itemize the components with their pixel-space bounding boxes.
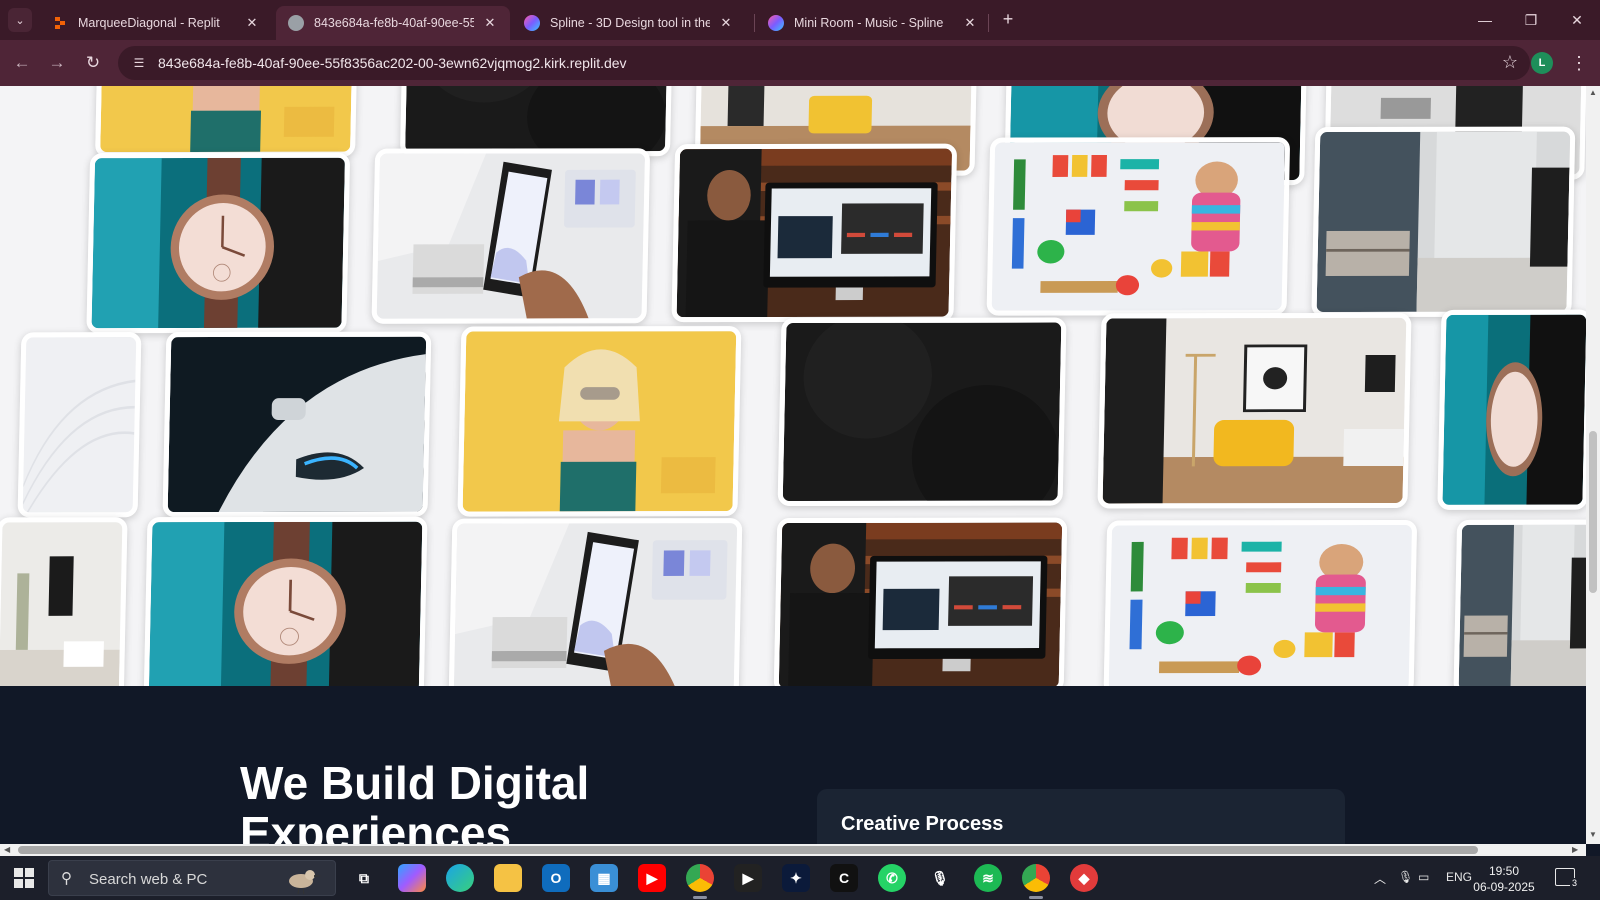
whatsapp-icon[interactable]: ✆ — [878, 864, 906, 892]
gallery-image-yellow-chair — [1097, 312, 1412, 509]
tab-separator — [988, 14, 989, 32]
close-icon[interactable]: ✕ — [244, 15, 260, 31]
gallery-image-abstract-white — [17, 332, 142, 518]
gallery-image-toys — [1103, 519, 1418, 696]
notification-count-badge: 3 — [1570, 878, 1580, 888]
tab-title: Mini Room - Music - Spline — [794, 16, 944, 30]
red-app-icon[interactable]: ◆ — [1070, 864, 1098, 892]
bookmark-star-icon[interactable]: ☆ — [1502, 52, 1518, 73]
vertical-scroll-thumb[interactable] — [1589, 431, 1597, 593]
task-view-icon[interactable]: ⧉ — [350, 864, 378, 892]
taskbar-search-box[interactable]: ⚲ Search web & PC — [48, 860, 336, 896]
more-menu-icon[interactable]: ⋮ — [1570, 50, 1588, 76]
scroll-left-arrow-icon[interactable]: ◀ — [4, 844, 10, 856]
search-placeholder: Search web & PC — [89, 871, 208, 888]
microphone-icon[interactable]: 🎙 — [1398, 870, 1413, 884]
scroll-up-arrow-icon[interactable]: ▲ — [1588, 88, 1598, 97]
bird-illustration-icon — [289, 870, 322, 895]
marquee-track — [0, 86, 1586, 696]
gallery-image-room-edge — [0, 517, 128, 696]
horizontal-scrollbar[interactable]: ◀ ▶ — [0, 844, 1586, 856]
minimize-icon[interactable]: — — [1462, 8, 1508, 32]
tab-title: 843e684a-fe8b-40af-90ee-55f8 — [314, 16, 474, 30]
forward-arrow-icon[interactable]: → — [44, 50, 70, 76]
tab-mini-room-spline[interactable]: Mini Room - Music - Spline ✕ — [756, 6, 990, 40]
reload-icon[interactable]: ↻ — [80, 50, 106, 76]
running-indicator — [1029, 896, 1043, 899]
tab-separator — [754, 14, 755, 32]
intro-section: We Build Digital Experiences Creative Pr… — [0, 686, 1586, 844]
search-icon: ⚲ — [61, 870, 72, 887]
youtube-icon[interactable]: ▶ — [638, 864, 666, 892]
gallery-image-toys — [986, 137, 1291, 316]
gallery-image-dark-texture — [777, 317, 1067, 507]
browser-toolbar: ← → ↻ ☰ 843e684a-fe8b-40af-90ee-55f8356a… — [0, 40, 1600, 86]
horizontal-scroll-thumb[interactable] — [18, 846, 1478, 854]
sonyliv-icon[interactable]: ▶ — [734, 864, 762, 892]
windows-start-icon[interactable] — [14, 868, 34, 888]
gallery-image-man-computer — [671, 143, 958, 323]
tab-spline-design-tool[interactable]: Spline - 3D Design tool in the b ✕ — [512, 6, 746, 40]
gallery-image-office-room — [1311, 126, 1576, 318]
gallery-image-phone-desk — [448, 518, 743, 696]
creative-process-title: Creative Process — [841, 813, 1004, 835]
scroll-down-arrow-icon[interactable]: ▼ — [1588, 830, 1598, 839]
podcast-icon[interactable]: 🎙 — [926, 864, 954, 892]
gallery-image-office-room — [1453, 519, 1586, 695]
chrome-profile-a-icon[interactable] — [686, 864, 714, 892]
gallery-image-man-computer — [773, 517, 1068, 694]
file-explorer-icon[interactable] — [494, 864, 522, 892]
chrome-profile-l-icon[interactable] — [1022, 864, 1050, 892]
gallery-image-watch-teal — [1437, 309, 1586, 510]
address-bar[interactable]: ☰ 843e684a-fe8b-40af-90ee-55f8356ac202-0… — [118, 46, 1530, 80]
gallery-image-phone-desk — [371, 148, 651, 324]
gallery-image-car-headlight — [162, 331, 432, 518]
network-icon[interactable]: ▭ — [1418, 870, 1429, 884]
replit-icon — [52, 15, 68, 31]
tab-marquee-diagonal[interactable]: MarqueeDiagonal - Replit ✕ — [40, 6, 272, 40]
back-arrow-icon[interactable]: ← — [9, 50, 35, 76]
clock-time: 19:50 — [1488, 864, 1520, 878]
clock[interactable]: 19:50 06-09-2025 — [1469, 863, 1539, 895]
new-tab-button[interactable]: + — [996, 8, 1020, 32]
gallery-image-woman-yellow — [95, 86, 359, 158]
site-settings-icon[interactable]: ☰ — [130, 54, 148, 72]
spline-icon — [768, 15, 784, 31]
tab-replit-dev-active[interactable]: 843e684a-fe8b-40af-90ee-55f8 ✕ — [276, 6, 510, 40]
copilot-icon[interactable] — [398, 864, 426, 892]
tab-title: MarqueeDiagonal - Replit — [78, 16, 220, 30]
hotstar-icon[interactable]: ✦ — [782, 864, 810, 892]
tab-bar: ⌄ MarqueeDiagonal - Replit ✕ 843e684a-fe… — [0, 0, 1600, 40]
diagonal-marquee-gallery — [0, 86, 1586, 696]
photos-icon[interactable]: ▦ — [590, 864, 618, 892]
running-indicator — [693, 896, 707, 899]
vertical-scrollbar[interactable]: ▲ ▼ — [1586, 86, 1600, 844]
profile-avatar[interactable]: L — [1531, 52, 1553, 74]
gallery-image-watch — [143, 516, 428, 696]
hero-title: We Build Digital Experiences — [240, 757, 590, 844]
close-icon[interactable]: ✕ — [718, 15, 734, 31]
clock-date: 06-09-2025 — [1473, 880, 1535, 894]
close-icon[interactable]: ✕ — [962, 15, 978, 31]
close-icon[interactable]: ✕ — [482, 15, 498, 31]
edge-icon[interactable] — [446, 864, 474, 892]
creative-process-card: Creative Process — [817, 789, 1345, 844]
tab-search-icon[interactable]: ⌄ — [8, 8, 32, 32]
spline-icon — [524, 15, 540, 31]
gallery-image-woman-yellow — [457, 326, 742, 517]
gallery-image-watch — [86, 152, 351, 334]
scroll-right-arrow-icon[interactable]: ▶ — [1572, 844, 1578, 856]
tab-title: Spline - 3D Design tool in the b — [550, 16, 710, 30]
url-text[interactable]: 843e684a-fe8b-40af-90ee-55f8356ac202-00-… — [158, 55, 627, 71]
show-hidden-icons-icon[interactable]: ︿ — [1374, 870, 1386, 887]
globe-icon — [288, 15, 304, 31]
windows-taskbar: ⚲ Search web & PC ⧉ O ▦ ▶ ▶ ✦ C ✆ 🎙 ≋ ◆ ︿ 🎙 ▭ ENG … — [0, 856, 1600, 900]
window-close-icon[interactable]: ✕ — [1554, 8, 1600, 32]
outlook-icon[interactable]: O — [542, 864, 570, 892]
page-viewport: We Build Digital Experiences Creative Pr… — [0, 86, 1586, 844]
spotify-icon[interactable]: ≋ — [974, 864, 1002, 892]
gallery-image-dark-texture — [400, 86, 674, 157]
restore-icon[interactable]: ❐ — [1508, 8, 1554, 32]
crunchyroll-icon[interactable]: C — [830, 864, 858, 892]
